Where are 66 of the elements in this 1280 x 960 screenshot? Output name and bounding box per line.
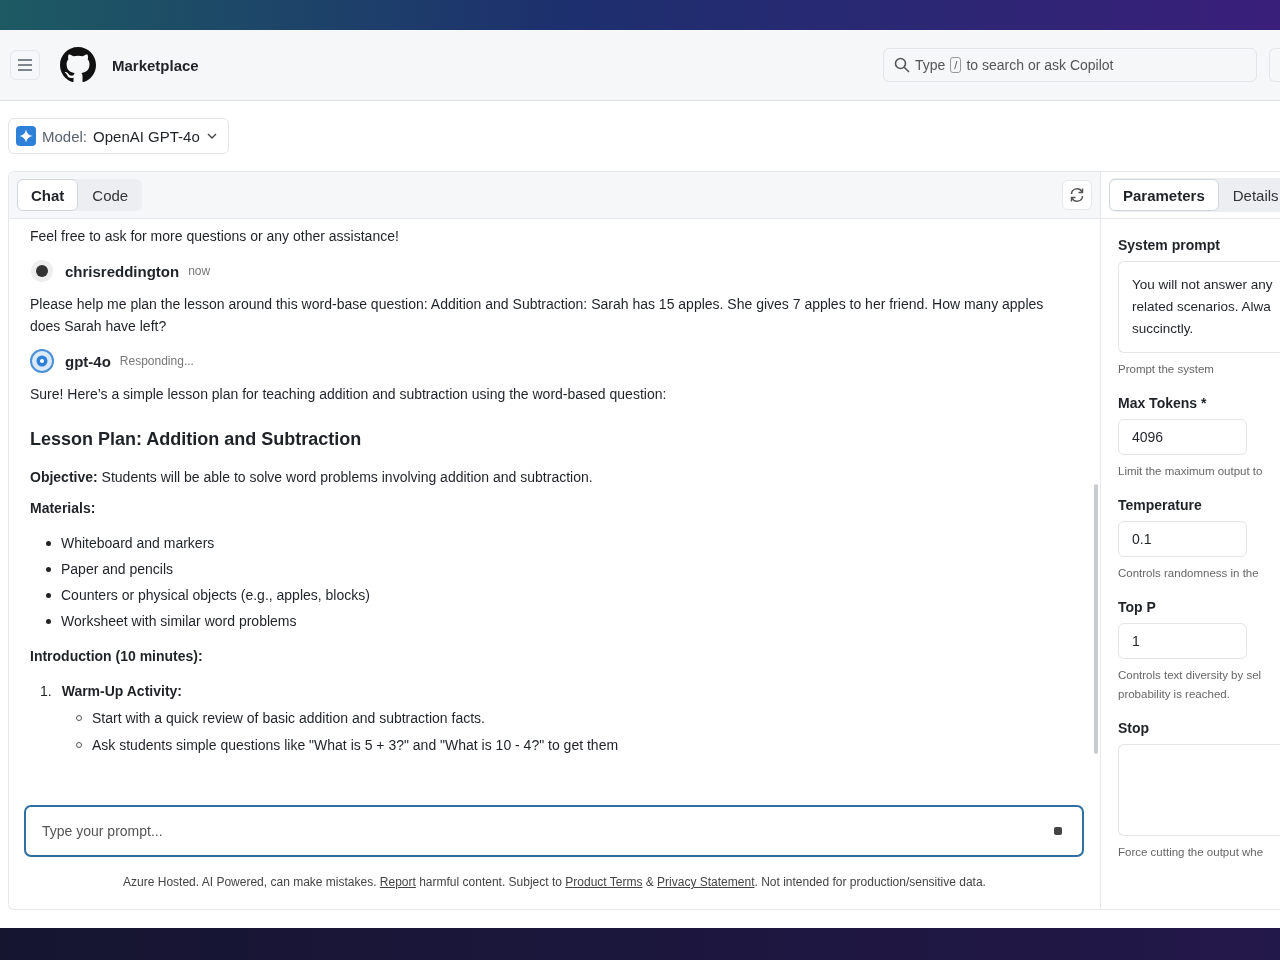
bullet-icon xyxy=(46,540,51,546)
prompt-field[interactable]: Type your prompt... xyxy=(24,805,1084,857)
tab[interactable]: Chat xyxy=(17,179,79,211)
field-label: Top P xyxy=(1118,599,1157,615)
list-item: Warm-Up Activity: xyxy=(61,683,182,699)
bullet-icon xyxy=(46,566,51,572)
section-label: Introduction (10 minutes): xyxy=(30,648,204,664)
search-icon xyxy=(894,57,910,73)
message-text: Feel free to ask for more questions or any other assistance! xyxy=(30,227,400,246)
system-prompt-field[interactable]: You will not answer any related scenarios. Alwa succinctly. xyxy=(1118,261,1280,353)
field-label: Stop xyxy=(1118,720,1151,736)
list-number: 1. xyxy=(40,683,52,699)
search-placeholder: Type xyxy=(915,57,946,73)
number-field[interactable]: 0.1 xyxy=(1118,521,1247,557)
field-label: Max Tokens * xyxy=(1118,395,1208,411)
message-text: Sure! Here’s a simple lesson plan for teaching addition and subtraction using the word-based question: xyxy=(30,385,668,404)
field-hint: Controls randomness in the xyxy=(1118,566,1260,581)
bullet-icon xyxy=(46,592,51,598)
scrollbar[interactable] xyxy=(1094,484,1098,754)
number-field[interactable]: 1 xyxy=(1118,623,1247,659)
footer-link[interactable]: Product Terms xyxy=(565,875,643,889)
footer-link[interactable]: Report xyxy=(379,875,416,889)
list-item: Counters or physical objects (e.g., apples, blocks) xyxy=(61,587,370,603)
search-placeholder: to search or ask Copilot xyxy=(966,57,1114,73)
menu-icon xyxy=(17,59,33,71)
shortcut-key: / xyxy=(950,57,962,73)
list-item: Worksheet with similar word problems xyxy=(61,613,297,629)
message-status: Responding... xyxy=(119,354,194,368)
search-field[interactable]: Type / to search or ask Copilot xyxy=(883,48,1257,82)
message-text: Please help me plan the lesson around this word-base question: Addition and Subtraction: Sarah has 15 apples. She gives 7 apples to her friend. How many apples does Sarah have left? xyxy=(30,295,1045,336)
message-status: now xyxy=(188,264,211,278)
list-item: Whiteboard and markers xyxy=(61,535,215,551)
model-dropdown[interactable]: Model: OpenAI GPT-4o xyxy=(8,118,229,154)
tab[interactable]: Details xyxy=(1218,179,1280,211)
menu-button[interactable] xyxy=(10,50,40,80)
field-label: System prompt xyxy=(1118,237,1221,253)
tab[interactable]: Code xyxy=(78,179,143,211)
page-title[interactable]: Marketplace xyxy=(112,56,199,74)
refresh-icon xyxy=(1068,186,1086,204)
field-text: succinctly. xyxy=(1132,320,1195,338)
refresh-button[interactable] xyxy=(1062,180,1092,210)
message-text: Objective: Students will be able to solve word problems involving addition and subtraction. xyxy=(30,468,594,487)
field-hint: Force cutting the output whe xyxy=(1118,845,1265,860)
disclaimer-text: Azure Hosted. AI Powered, can make mistakes. Report harmful content. Subject to Product Terms & Privacy Statement. Not intended for production/sensitive data. xyxy=(122,875,987,889)
field-hint: Prompt the system xyxy=(1118,362,1215,377)
sparkle-icon xyxy=(16,126,36,146)
field-text: You will not answer any xyxy=(1132,276,1274,294)
list-item: Ask students simple questions like "What is 5 + 3?" and "What is 10 - 4?" to get them xyxy=(92,736,619,753)
author-name: chrisreddington xyxy=(65,262,180,280)
field-hint: Controls text diversity by sel probability is reached. xyxy=(1118,668,1263,702)
list-item: Start with a quick review of basic addition and subtraction facts. xyxy=(92,709,485,726)
number-field[interactable]: 4096 xyxy=(1118,419,1247,455)
tab[interactable]: Parameters xyxy=(1109,179,1219,211)
field-label: Temperature xyxy=(1118,497,1203,513)
bot-avatar xyxy=(30,349,54,373)
bullet-icon xyxy=(46,618,51,624)
section-label: Materials: xyxy=(30,500,97,516)
stop-icon[interactable] xyxy=(1054,827,1062,835)
user-avatar xyxy=(30,259,54,283)
stop-field[interactable] xyxy=(1118,744,1280,836)
list-item: Paper and pencils xyxy=(61,561,174,577)
lesson-heading: Lesson Plan: Addition and Subtraction xyxy=(30,429,363,450)
octocat-logo-icon[interactable] xyxy=(60,47,96,83)
author-name: gpt-4o xyxy=(65,352,111,370)
field-hint: Limit the maximum output to xyxy=(1118,464,1264,479)
field-text: related scenarios. Alwa xyxy=(1132,298,1272,316)
